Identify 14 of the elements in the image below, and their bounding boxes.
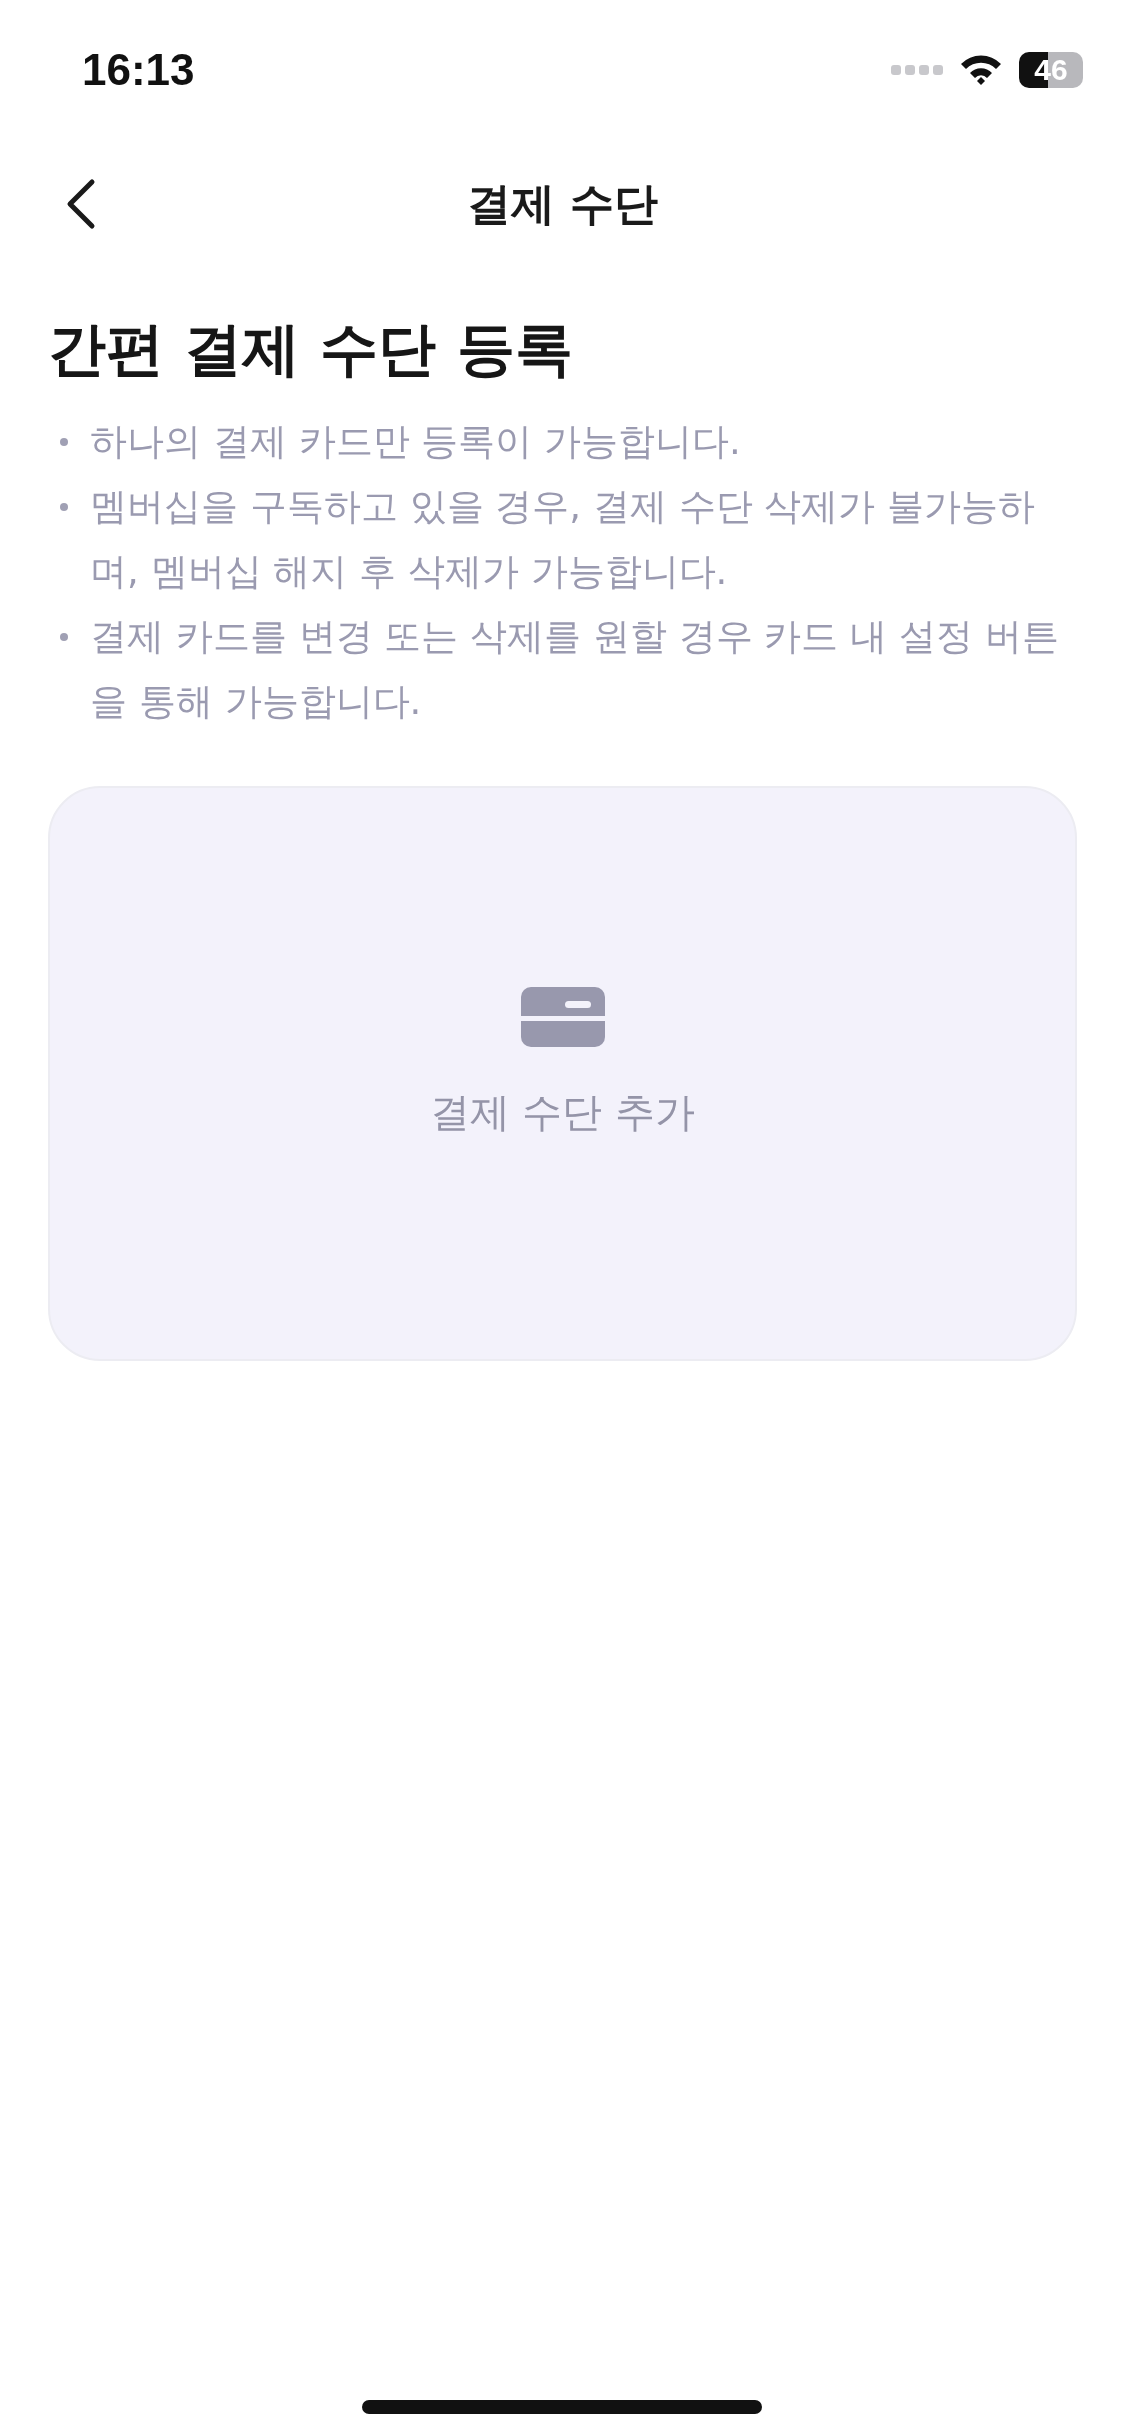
note-text: 멤버십을 구독하고 있을 경우, 결제 수단 삭제가 불가능하며, 멤버십 해지 후 삭제가 가능합니다. [90, 484, 1037, 596]
add-payment-card[interactable]: 결제 수단 추가 [48, 786, 1077, 1362]
section-heading: 간편 결제 수단 등록 [48, 314, 574, 385]
note-text: 결제 카드를 변경 또는 삭제를 원할 경우 카드 내 설정 버튼을 통해 가능합니다. [90, 614, 1060, 726]
bullet-dot [60, 438, 68, 447]
bullet-dot [60, 503, 68, 512]
page-title: 결제 수단 [466, 176, 659, 231]
note-text: 하나의 결제 카드만 등록이 가능합니다. [90, 419, 741, 466]
back-icon[interactable] [66, 178, 96, 230]
wifi-icon [959, 53, 1003, 87]
status-time: 16:13 [82, 45, 195, 95]
signal-icon [891, 62, 943, 78]
bullet-dot [60, 633, 68, 642]
credit-card-icon [520, 987, 605, 1048]
